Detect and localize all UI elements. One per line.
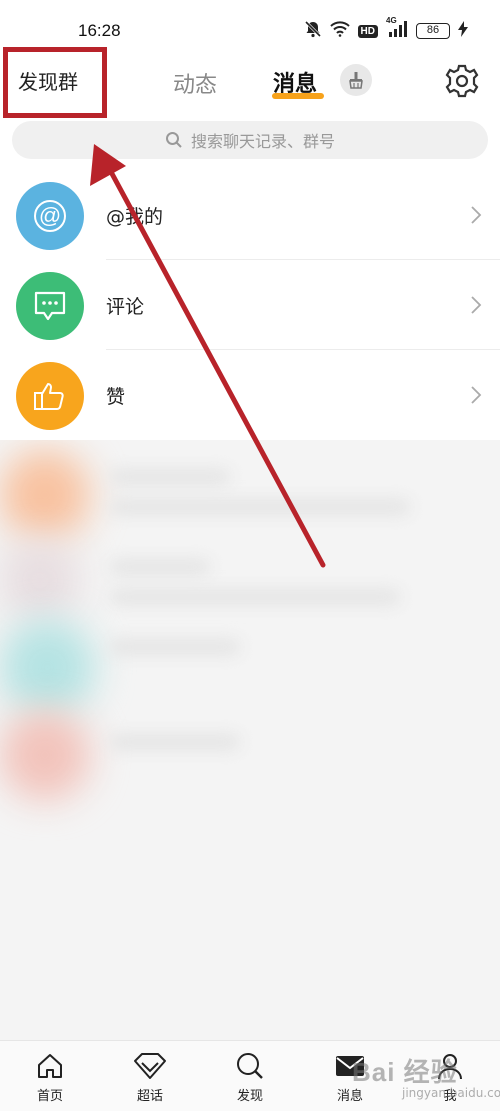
nav-discover[interactable]: 发现	[220, 1051, 280, 1104]
network-label: 4G	[386, 16, 397, 25]
mentions-avatar: @	[16, 182, 84, 250]
signal-icon: 4G	[386, 16, 408, 42]
hd-icon: HD	[357, 24, 378, 38]
nav-label: 发现	[236, 1089, 263, 1104]
at-icon: @	[34, 200, 66, 232]
chevron-right-icon	[471, 206, 482, 224]
nav-label: 消息	[336, 1089, 363, 1104]
blurred-avatar	[0, 620, 95, 715]
battery-indicator: 86	[416, 23, 450, 39]
search-icon	[165, 132, 182, 148]
comments-avatar	[16, 272, 84, 340]
wifi-icon	[329, 21, 350, 41]
likes-avatar	[16, 362, 84, 430]
nav-super-topic[interactable]: 超话	[120, 1051, 180, 1104]
watermark-brand: Bai 经验	[352, 1057, 458, 1087]
broom-icon	[349, 72, 363, 89]
blurred-avatar	[0, 540, 80, 620]
chevron-right-icon	[471, 296, 482, 314]
comment-icon	[34, 291, 66, 321]
nav-home[interactable]: 首页	[20, 1051, 80, 1104]
blurred-text	[110, 640, 240, 654]
blurred-conversation-list	[0, 440, 500, 1040]
blurred-text	[110, 500, 410, 514]
annotation-highlight-box	[3, 47, 107, 118]
gear-icon	[445, 64, 479, 98]
blurred-text	[110, 560, 210, 574]
mute-bell-icon	[304, 20, 322, 42]
home-icon	[38, 1054, 62, 1078]
list-item-label: 赞	[106, 386, 126, 408]
blurred-text	[110, 470, 230, 484]
blurred-avatar	[0, 450, 90, 540]
search-input[interactable]: 搜索聊天记录、群号	[12, 121, 488, 159]
status-icons: HD 4G 86	[304, 16, 468, 42]
tab-dynamic[interactable]: 动态	[173, 67, 217, 99]
charging-icon	[458, 21, 468, 41]
list-item-label: 评论	[106, 296, 145, 318]
chevron-right-icon	[471, 386, 482, 404]
settings-button[interactable]	[444, 63, 480, 99]
status-bar: 16:28 HD 4G 86	[0, 0, 500, 50]
clear-unread-button[interactable]	[340, 64, 372, 96]
blurred-avatar	[0, 710, 90, 800]
list-item-likes[interactable]: 赞	[0, 350, 500, 440]
watermark-url: jingyan.baidu.com	[402, 1086, 500, 1100]
nav-label: 超话	[136, 1089, 163, 1104]
list-item-mentions[interactable]: @ @我的	[0, 170, 500, 260]
nav-label: 首页	[36, 1089, 63, 1104]
blurred-text	[110, 590, 400, 604]
blurred-text	[110, 735, 240, 749]
active-tab-indicator	[272, 93, 324, 99]
diamond-icon	[134, 1053, 166, 1079]
search-icon	[237, 1053, 263, 1079]
status-time: 16:28	[78, 21, 121, 40]
thumbs-up-icon	[34, 383, 64, 410]
list-item-label: @我的	[106, 206, 164, 228]
search-placeholder: 搜索聊天记录、群号	[190, 132, 335, 151]
svg-text:@: @	[39, 203, 61, 228]
list-item-comments[interactable]: 评论	[0, 260, 500, 350]
